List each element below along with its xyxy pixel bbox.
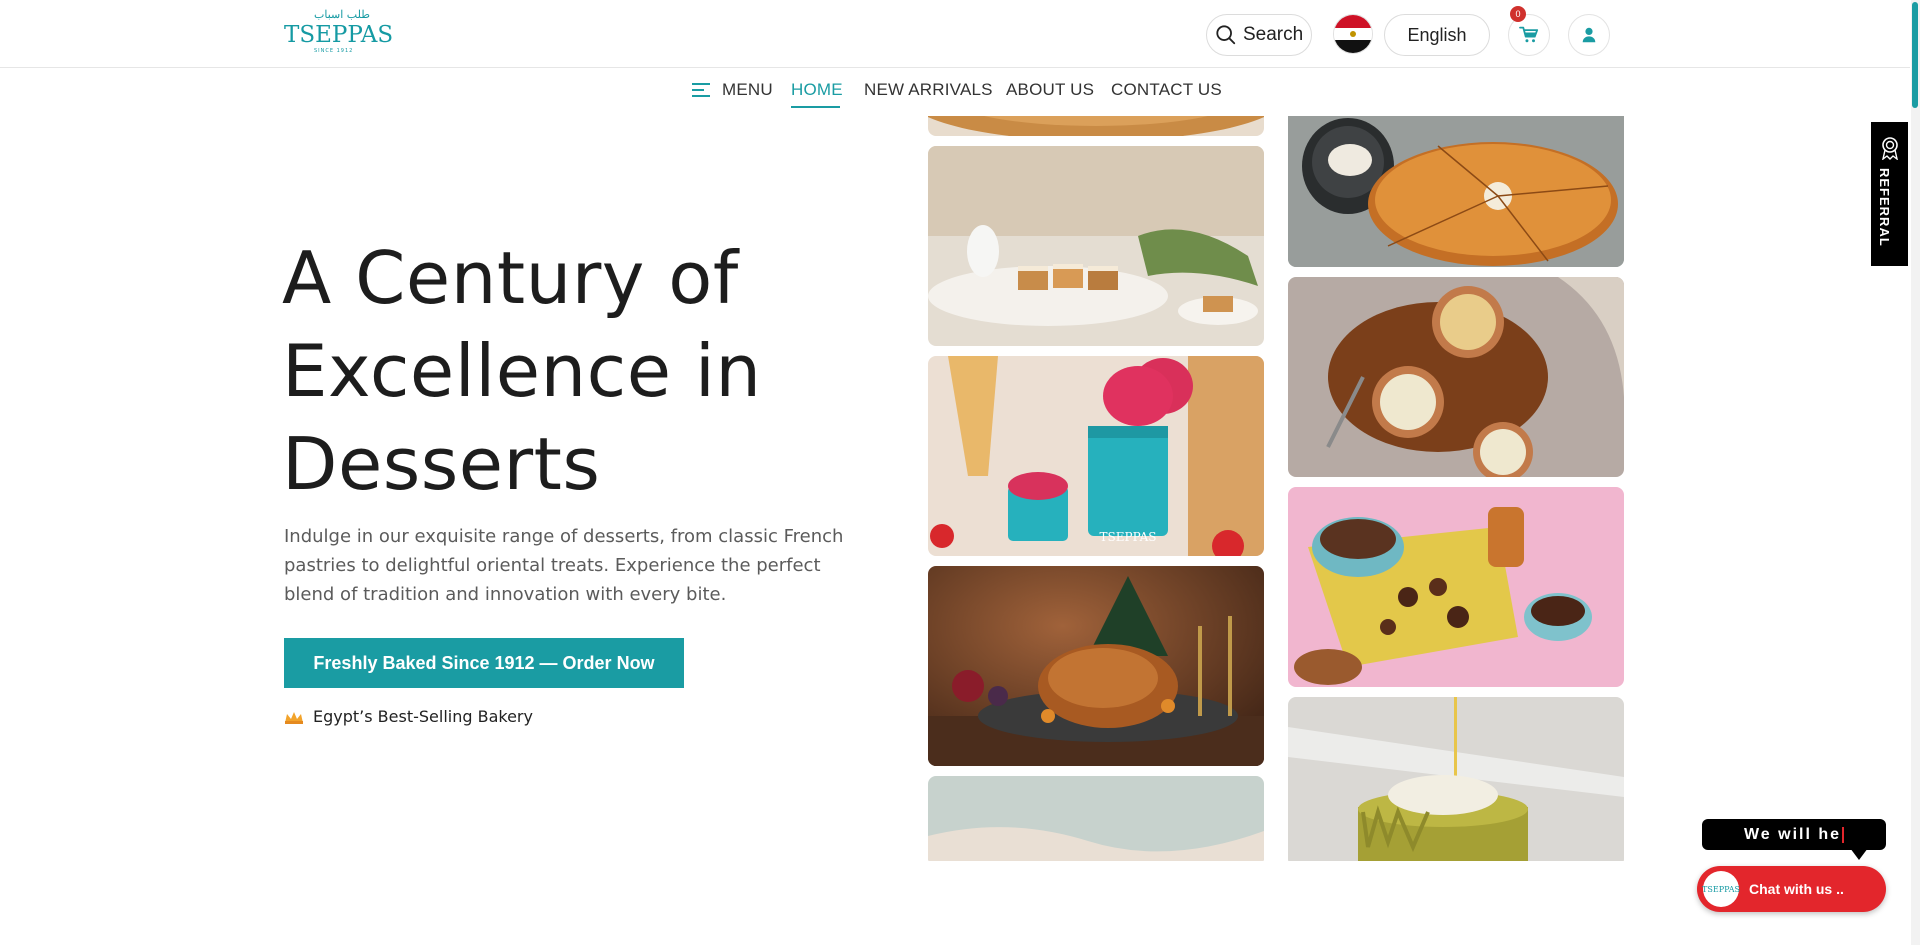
nav-about-us[interactable]: ABOUT US xyxy=(1006,80,1094,100)
page-scrollbar[interactable] xyxy=(1911,0,1920,945)
main-nav: MENU HOME NEW ARRIVALS ABOUT US CONTACT … xyxy=(0,68,1910,112)
cart-icon xyxy=(1519,26,1539,43)
scrollbar-thumb[interactable] xyxy=(1912,2,1918,108)
chat-tooltip-text: We will he xyxy=(1743,825,1842,843)
dessert-gallery: TSEPPAS xyxy=(928,116,1624,861)
svg-text:TSEPPAS: TSEPPAS xyxy=(1100,530,1157,544)
gallery-image-bread xyxy=(928,116,1264,136)
nav-home[interactable]: HOME xyxy=(791,80,843,100)
chat-tooltip: We will he xyxy=(1702,819,1886,860)
cart-count-badge: 0 xyxy=(1510,6,1526,22)
gallery-image-chocolates xyxy=(1288,487,1624,687)
logo-brand-text: TSEPPAS xyxy=(284,22,394,48)
active-tab-underline xyxy=(791,106,840,108)
hero-headline: A Century of Excellence in Desserts xyxy=(282,236,762,506)
gallery-image-pastries xyxy=(928,146,1264,346)
nav-new-arrivals[interactable]: NEW ARRIVALS xyxy=(864,80,993,100)
menu-toggle[interactable]: MENU xyxy=(692,80,773,100)
chat-avatar: TSEPPAS xyxy=(1702,871,1740,907)
gallery-image-cake xyxy=(1288,697,1624,861)
chat-button-label: Chat with us .. xyxy=(1749,881,1844,897)
best-seller-badge: Egypt’s Best-Selling Bakery xyxy=(284,707,533,726)
menu-label: MENU xyxy=(722,80,773,99)
hero-subtext: Indulge in our exquisite range of desser… xyxy=(284,526,844,605)
referral-label: REFERRAL xyxy=(1877,168,1892,247)
best-seller-text: Egypt’s Best-Selling Bakery xyxy=(313,707,533,726)
logo-since-text: SINCE 1912 xyxy=(314,48,354,54)
tooltip-tail xyxy=(1850,848,1868,860)
typing-caret xyxy=(1842,826,1845,843)
gallery-image-ice-cream: TSEPPAS xyxy=(928,356,1264,556)
hamburger-icon xyxy=(692,83,710,97)
crown-icon xyxy=(285,711,303,724)
account-button[interactable] xyxy=(1568,14,1610,56)
nav-contact-us[interactable]: CONTACT US xyxy=(1111,80,1222,100)
top-header: طلب اسباب TSEPPAS SINCE 1912 Search Engl… xyxy=(0,0,1910,68)
user-icon xyxy=(1582,27,1596,43)
chat-button[interactable]: TSEPPAS Chat with us .. xyxy=(1697,866,1886,912)
search-button[interactable]: Search xyxy=(1206,14,1312,56)
award-icon xyxy=(1882,137,1898,160)
referral-tab[interactable]: REFERRAL xyxy=(1871,122,1908,266)
gallery-image-rice-pudding xyxy=(1288,277,1624,477)
gallery-image-dessert-partial xyxy=(928,776,1264,861)
order-now-button[interactable]: Freshly Baked Since 1912 — Order Now xyxy=(284,638,684,688)
search-label: Search xyxy=(1243,24,1304,45)
language-selector[interactable]: English xyxy=(1384,14,1490,56)
tseppas-logo[interactable]: طلب اسباب TSEPPAS SINCE 1912 xyxy=(284,8,393,60)
gallery-image-basbousa xyxy=(1288,116,1624,267)
egypt-flag-icon[interactable] xyxy=(1333,14,1373,54)
logo-arabic-text: طلب اسباب xyxy=(314,8,370,21)
search-icon xyxy=(1216,25,1236,45)
gallery-image-turkey xyxy=(928,566,1264,766)
